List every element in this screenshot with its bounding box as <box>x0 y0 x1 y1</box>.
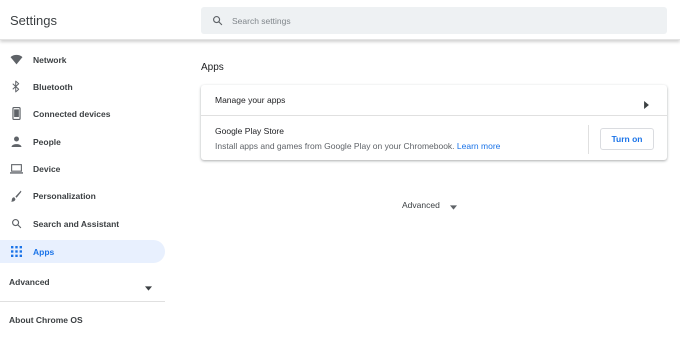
sidebar-item-people[interactable]: People <box>0 130 165 153</box>
sidebar-advanced-label: Advanced <box>9 277 50 287</box>
button-divider <box>588 125 589 154</box>
sidebar-item-about[interactable]: About Chrome OS <box>9 315 83 325</box>
laptop-icon <box>9 162 23 176</box>
sidebar-item-label: Personalization <box>33 190 96 201</box>
sidebar-item-apps[interactable]: Apps <box>0 240 165 263</box>
chevron-right-icon <box>644 96 649 114</box>
sidebar-item-label: Network <box>33 54 67 65</box>
sidebar-item-label: Device <box>33 163 61 174</box>
advanced-label: Advanced <box>402 200 440 210</box>
sidebar-item-label: Apps <box>33 246 55 257</box>
top-bar: Settings <box>0 0 680 40</box>
bluetooth-icon <box>9 80 23 94</box>
app-title: Settings <box>10 13 57 28</box>
wifi-icon <box>9 53 23 67</box>
search-input[interactable] <box>232 15 652 26</box>
sidebar-item-label: Connected devices <box>33 108 111 119</box>
sidebar-item-connected-devices[interactable]: Connected devices <box>0 102 165 125</box>
brush-icon <box>9 189 23 203</box>
play-store-title: Google Play Store <box>215 126 284 136</box>
sidebar-item-device[interactable]: Device <box>0 157 165 180</box>
manage-apps-row[interactable]: Manage your apps <box>201 85 667 115</box>
search-box[interactable] <box>201 7 667 34</box>
learn-more-link[interactable]: Learn more <box>457 141 500 151</box>
manage-apps-label: Manage your apps <box>215 95 286 105</box>
sidebar: Network Bluetooth Connected devices Peop… <box>0 44 175 351</box>
sidebar-advanced-toggle[interactable]: Advanced <box>0 272 165 292</box>
sidebar-divider <box>0 301 165 302</box>
sidebar-item-network[interactable]: Network <box>0 48 165 71</box>
sidebar-item-search-and-assistant[interactable]: Search and Assistant <box>0 212 165 235</box>
search-icon <box>9 217 23 231</box>
play-store-description: Install apps and games from Google Play … <box>215 141 500 151</box>
sidebar-item-label: Search and Assistant <box>33 218 120 229</box>
advanced-toggle[interactable]: Advanced <box>402 199 457 211</box>
chevron-down-icon <box>449 197 457 215</box>
person-icon <box>9 135 23 149</box>
sidebar-item-bluetooth[interactable]: Bluetooth <box>0 75 165 98</box>
apps-grid-icon <box>9 245 23 259</box>
chevron-down-icon <box>145 278 152 296</box>
section-title: Apps <box>201 62 224 73</box>
apps-card: Manage your apps Google Play Store Insta… <box>201 85 667 160</box>
turn-on-button[interactable]: Turn on <box>600 128 654 150</box>
sidebar-item-label: Bluetooth <box>33 81 73 92</box>
play-store-description-text: Install apps and games from Google Play … <box>215 141 455 151</box>
sidebar-item-personalization[interactable]: Personalization <box>0 184 165 207</box>
search-icon <box>209 13 225 29</box>
sidebar-item-label: People <box>33 136 61 147</box>
phone-icon <box>9 107 23 121</box>
card-divider <box>201 115 667 116</box>
